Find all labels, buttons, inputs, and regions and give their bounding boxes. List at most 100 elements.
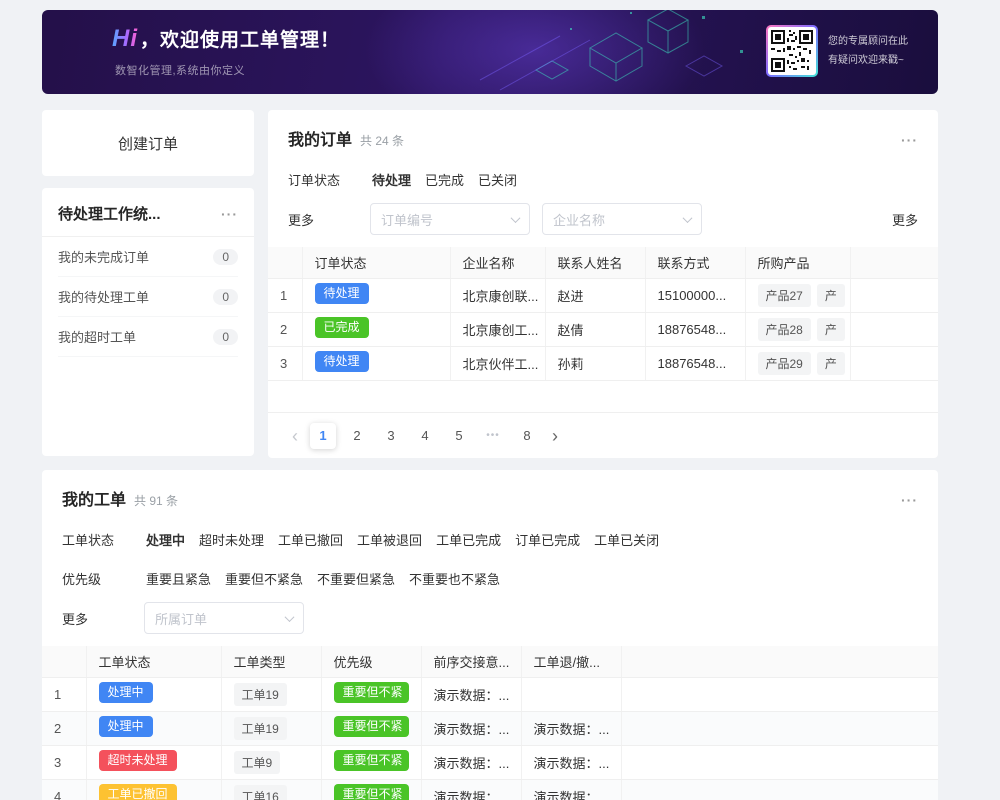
welcome-banner: Hi，欢迎使用工单管理！ 数智化管理,系统由你定义 — [42, 10, 938, 94]
filter-option-closed[interactable]: 已关闭 — [478, 170, 517, 189]
tickets-count: 共 91 条 — [134, 492, 178, 509]
filter-option-overtime[interactable]: 超时未处理 — [199, 530, 264, 549]
column-header-products: 所购产品 — [745, 247, 850, 278]
stat-count: 0 — [213, 329, 238, 345]
status-badge: 处理中 — [99, 682, 153, 703]
handover-note-cell: 演示数据：... — [421, 677, 521, 711]
products-cell: 产品27产 — [745, 278, 850, 312]
handover-note-cell: 演示数据：... — [421, 711, 521, 745]
row-index: 3 — [42, 745, 86, 779]
more-icon[interactable]: ··· — [901, 132, 918, 148]
next-page-icon[interactable]: › — [548, 427, 562, 445]
row-index: 4 — [42, 779, 86, 800]
contact-cell: 孙莉 — [545, 346, 645, 380]
orders-count: 共 24 条 — [360, 132, 404, 149]
parent-order-select[interactable]: 所属订单 — [144, 602, 304, 634]
page-button-2[interactable]: 2 — [344, 423, 370, 449]
column-header-company: 企业名称 — [450, 247, 545, 278]
page-button-5[interactable]: 5 — [446, 423, 472, 449]
phone-cell: 18876548... — [645, 312, 745, 346]
table-row: 2 已完成 北京康创工... 赵倩 18876548... 产品28产 — [268, 312, 938, 346]
priority-badge: 重要但不紧 — [334, 750, 409, 771]
chevron-down-icon — [511, 213, 521, 223]
company-cell: 北京伙伴工... — [450, 346, 545, 380]
table-row: 3 超时未处理 工单9 重要但不紧 演示数据：... 演示数据：... — [42, 745, 938, 779]
return-note-cell: 演示数据：... — [521, 711, 621, 745]
filter-option-returned[interactable]: 工单被退回 — [357, 530, 422, 549]
company-name-select-placeholder: 企业名称 — [553, 210, 605, 229]
create-order-button[interactable]: 创建订单 — [42, 110, 254, 176]
priority-option-important-not-urgent[interactable]: 重要但不紧急 — [225, 569, 303, 588]
page-button-1[interactable]: 1 — [310, 423, 336, 449]
banner-greeting-text: ，欢迎使用工单管理！ — [140, 30, 340, 51]
create-order-label: 创建订单 — [118, 133, 178, 154]
status-badge: 超时未处理 — [99, 750, 177, 771]
priority-option-not-important-urgent[interactable]: 不重要但紧急 — [317, 569, 395, 588]
banner-title: Hi，欢迎使用工单管理！ — [112, 25, 340, 53]
column-header-handover-note: 前序交接意... — [421, 646, 521, 677]
order-id-select[interactable]: 订单编号 — [370, 203, 530, 235]
extra-cell — [850, 312, 938, 346]
filter-option-completed[interactable]: 已完成 — [425, 170, 464, 189]
pagination-ellipsis-icon[interactable]: ••• — [480, 423, 506, 449]
more-icon[interactable]: ··· — [901, 492, 918, 508]
more-icon[interactable]: ··· — [221, 206, 238, 222]
contact-cell: 赵倩 — [545, 312, 645, 346]
prev-page-icon[interactable]: ‹ — [288, 427, 302, 445]
pending-work-stats-card: 待处理工作统... ··· 我的未完成订单 0 我的待处理工单 0 我的超时工单… — [42, 188, 254, 456]
product-tag: 产 — [817, 352, 845, 375]
priority-badge: 重要但不紧 — [334, 716, 409, 737]
my-orders-panel: 我的订单 共 24 条 ··· 订单状态 待处理 已完成 已关闭 更多 订单编号… — [268, 110, 938, 458]
page-button-4[interactable]: 4 — [412, 423, 438, 449]
product-tag: 产品28 — [758, 318, 811, 341]
tickets-panel-title: 我的工单 — [62, 486, 126, 510]
filter-option-ticket-closed[interactable]: 工单已关闭 — [594, 530, 659, 549]
filter-option-withdrawn[interactable]: 工单已撤回 — [278, 530, 343, 549]
order-status-label: 订单状态 — [288, 170, 358, 189]
ticket-status-label: 工单状态 — [62, 530, 132, 549]
priority-option-not-important-not-urgent[interactable]: 不重要也不紧急 — [409, 569, 500, 588]
extra-cell — [621, 711, 938, 745]
filter-option-ticket-completed[interactable]: 工单已完成 — [436, 530, 501, 549]
ticket-type-cell: 工单16 — [221, 779, 321, 800]
extra-cell — [850, 346, 938, 380]
company-name-select[interactable]: 企业名称 — [542, 203, 702, 235]
row-index: 2 — [42, 711, 86, 745]
banner-consultant-block: 您的专属顾问在此 有疑问欢迎来戳~ — [766, 25, 908, 77]
page-button-3[interactable]: 3 — [378, 423, 404, 449]
column-header-return-note: 工单退/撤... — [521, 646, 621, 677]
products-cell: 产品29产 — [745, 346, 850, 380]
return-note-cell: 演示数据：... — [521, 745, 621, 779]
handover-note-cell: 演示数据：... — [421, 779, 521, 800]
ticket-status-filter: 工单状态 处理中 超时未处理 工单已撤回 工单被退回 工单已完成 订单已完成 工… — [42, 510, 938, 549]
tickets-more-filters-row: 更多 所属订单 — [42, 588, 938, 646]
filter-option-pending[interactable]: 待处理 — [372, 170, 411, 189]
row-index: 3 — [268, 346, 302, 380]
priority-cell: 重要但不紧 — [321, 677, 421, 711]
banner-decoration-illustration — [440, 10, 760, 94]
stat-item-pending-tickets[interactable]: 我的待处理工单 0 — [58, 277, 238, 317]
ticket-type-cell: 工单19 — [221, 677, 321, 711]
table-row: 1 待处理 北京康创联... 赵进 15100000... 产品27产 — [268, 278, 938, 312]
priority-badge: 重要但不紧 — [334, 784, 409, 800]
contact-cell: 赵进 — [545, 278, 645, 312]
page-button-8[interactable]: 8 — [514, 423, 540, 449]
column-header-contact-phone: 联系方式 — [645, 247, 745, 278]
priority-badge: 重要但不紧 — [334, 682, 409, 703]
empty-row — [268, 380, 938, 412]
status-badge: 工单已撤回 — [99, 784, 177, 800]
left-sidebar: 创建订单 待处理工作统... ··· 我的未完成订单 0 我的待处理工单 0 我… — [42, 110, 254, 458]
orders-more-link[interactable]: 更多 — [892, 210, 918, 229]
stat-item-overtime-tickets[interactable]: 我的超时工单 0 — [58, 317, 238, 357]
column-header-ticket-type: 工单类型 — [221, 646, 321, 677]
stats-card-title: 待处理工作统... — [58, 203, 161, 224]
table-row: 4 工单已撤回 工单16 重要但不紧 演示数据：... 演示数据：... — [42, 779, 938, 800]
filter-option-processing[interactable]: 处理中 — [146, 530, 185, 549]
priority-cell: 重要但不紧 — [321, 711, 421, 745]
stat-item-unfinished-orders[interactable]: 我的未完成订单 0 — [58, 237, 238, 277]
stat-label: 我的未完成订单 — [58, 247, 149, 266]
priority-option-important-urgent[interactable]: 重要且紧急 — [146, 569, 211, 588]
filter-option-order-completed[interactable]: 订单已完成 — [515, 530, 580, 549]
stat-label: 我的待处理工单 — [58, 287, 149, 306]
column-header-contact-name: 联系人姓名 — [545, 247, 645, 278]
